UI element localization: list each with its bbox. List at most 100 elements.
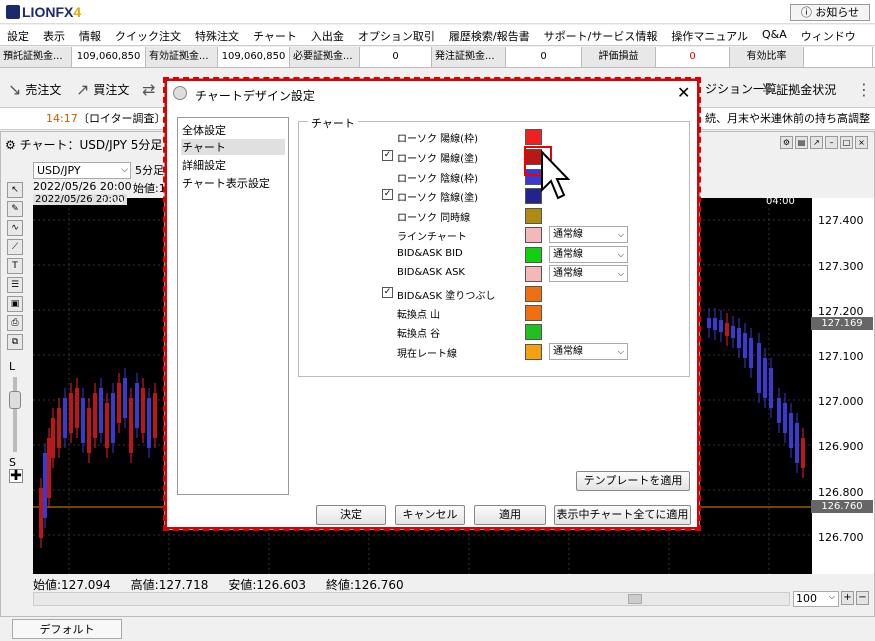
color-swatch[interactable] — [525, 129, 542, 145]
enable-checkbox[interactable]: ✓ — [382, 150, 393, 161]
note-tool-icon[interactable]: ▣ — [7, 296, 23, 312]
list-tool-icon[interactable]: ☰ — [7, 277, 23, 293]
candle-body — [99, 388, 103, 433]
cursor-tool-icon[interactable]: ↖ — [7, 182, 23, 198]
close-icon[interactable]: ✕ — [677, 83, 690, 102]
candle-body — [105, 403, 109, 448]
status-label: 発注証拠金... — [432, 47, 506, 67]
scroll-thumb[interactable] — [628, 594, 642, 604]
color-setting-row: 転換点 山 — [397, 305, 687, 321]
enable-checkbox[interactable]: ✓ — [382, 189, 393, 200]
category-general[interactable]: 全体設定 — [181, 122, 285, 138]
candle-body — [75, 388, 79, 428]
cancel-button[interactable]: キャンセル — [395, 505, 465, 525]
horizontal-scrollbar[interactable] — [33, 592, 790, 606]
menu-quick-order[interactable]: クイック注文 — [108, 25, 188, 45]
notice-button[interactable]: ⓘ お知らせ — [790, 4, 870, 21]
color-swatch[interactable] — [525, 266, 542, 282]
enable-checkbox[interactable]: ✓ — [382, 287, 393, 298]
pin-icon[interactable]: ↗ — [810, 136, 823, 149]
buy-order-button[interactable]: ↗ 買注文 — [76, 80, 129, 99]
menu-info[interactable]: 情報 — [72, 25, 108, 45]
menu-history[interactable]: 履歴検索/報告書 — [442, 25, 537, 45]
zoom-out-icon[interactable]: − — [856, 591, 869, 605]
candle-body — [801, 438, 805, 468]
color-swatch[interactable] — [525, 227, 542, 243]
zoom-in-icon[interactable]: + — [841, 591, 854, 605]
category-chart-display[interactable]: チャート表示設定 — [181, 175, 285, 191]
yen-icon: ¥ — [762, 80, 773, 99]
chart-window-title: ⚙ チャート：USD/JPY 5分足 — [5, 138, 163, 152]
current-price-marker: 127.169 — [811, 317, 873, 330]
currency-pair-select[interactable]: USD/JPY ⌵ — [33, 162, 131, 179]
crosshair-icon[interactable]: ✚ — [9, 469, 23, 483]
color-swatch[interactable] — [525, 286, 542, 302]
candle-body — [43, 453, 47, 518]
zoom-slider[interactable]: L S ✚ — [9, 360, 23, 483]
news-time: 14:17 — [46, 112, 78, 125]
margin-status-button[interactable]: ¥ 証拠金状況 — [762, 80, 836, 99]
apply-all-charts-button[interactable]: 表示中チャート全てに適用 — [554, 505, 691, 525]
cursor-date: 2022/05/26 20:00 — [33, 180, 132, 193]
color-setting-row: ラインチャート 通常線 ⌵ — [397, 226, 687, 243]
menu-support[interactable]: サポート/サービス情報 — [537, 25, 665, 45]
menu-special-order[interactable]: 特殊注文 — [188, 25, 246, 45]
toolbar-more-icon[interactable]: ⋮ — [856, 80, 872, 99]
candle-body — [769, 368, 773, 408]
minimize-icon[interactable]: – — [825, 136, 838, 149]
color-swatch[interactable] — [525, 247, 542, 263]
text-tool-icon[interactable]: T — [7, 258, 23, 274]
menu-manual[interactable]: 操作マニュアル — [664, 25, 755, 45]
trendline-tool-icon[interactable]: ⟋ — [7, 239, 23, 255]
line-style-select[interactable]: 通常線 ⌵ — [549, 265, 628, 282]
candle-body — [39, 488, 43, 538]
menu-qa[interactable]: Q&A — [755, 25, 794, 45]
open-value: 始値:127.094 — [33, 578, 111, 592]
apply-button[interactable]: 適用 — [474, 505, 546, 525]
ok-button[interactable]: 決定 — [316, 505, 386, 525]
color-setting-row: BID&ASK BID 通常線 ⌵ — [397, 246, 687, 263]
dialog-title: チャートデザイン設定 — [195, 89, 315, 103]
low-value: 安値:126.603 — [228, 578, 307, 592]
toolbar-arrow-icon[interactable]: ⇄ — [142, 80, 155, 99]
candle-body — [129, 398, 133, 453]
menu-deposit[interactable]: 入出金 — [304, 25, 351, 45]
settings-icon[interactable]: ⚙ — [780, 136, 793, 149]
line-style-select[interactable]: 通常線 ⌵ — [549, 246, 628, 263]
menu-view[interactable]: 表示 — [36, 25, 72, 45]
apply-template-button[interactable]: テンプレートを適用 — [576, 471, 690, 491]
close-icon[interactable]: × — [855, 136, 868, 149]
account-status-row: 預託証拠金... 109,060,850 有効証拠金... 109,060,85… — [0, 47, 875, 68]
menu-options[interactable]: オプション取引 — [351, 25, 442, 45]
color-swatch[interactable] — [525, 324, 542, 340]
color-swatch[interactable] — [525, 305, 542, 321]
category-chart[interactable]: チャート — [181, 139, 285, 155]
print-icon[interactable]: ▤ — [795, 136, 808, 149]
line-style-select[interactable]: 通常線 ⌵ — [549, 343, 628, 360]
high-value: 高値:127.718 — [130, 578, 209, 592]
maximize-icon[interactable]: □ — [840, 136, 853, 149]
copy-tool-icon[interactable]: ⧉ — [7, 334, 23, 350]
pen-tool-icon[interactable]: ✎ — [7, 201, 23, 217]
menu-window[interactable]: ウィンドウ — [794, 25, 863, 45]
status-value: 0 — [656, 47, 730, 67]
color-swatch[interactable] — [525, 344, 542, 360]
sell-order-button[interactable]: ↘ 売注文 — [8, 80, 61, 99]
timeframe-label[interactable]: 5分足 — [135, 162, 164, 178]
line-style-select[interactable]: 通常線 ⌵ — [549, 226, 628, 243]
chevron-down-icon: ⌵ — [121, 165, 128, 175]
news-headline[interactable]: 〔ロイター調査〕N — [78, 108, 174, 129]
zoom-select[interactable]: 100 ⌵ — [793, 591, 839, 607]
layout-tab-default[interactable]: デフォルト — [12, 619, 122, 639]
menu-settings[interactable]: 設定 — [0, 25, 36, 45]
category-detail[interactable]: 詳細設定 — [181, 157, 285, 173]
chevron-down-icon: ⌵ — [828, 592, 835, 601]
indicator-tool-icon[interactable]: ∿ — [7, 220, 23, 236]
print-tool-icon[interactable]: ⎙ — [7, 315, 23, 331]
candle-body — [111, 393, 115, 443]
candle-body — [725, 323, 729, 336]
news-headline-tail: 続、月末や米連休前の持ち高調整 — [705, 112, 870, 125]
y-tick: 127.100 — [818, 350, 864, 363]
menu-chart[interactable]: チャート — [246, 25, 304, 45]
candle-body — [749, 338, 753, 368]
